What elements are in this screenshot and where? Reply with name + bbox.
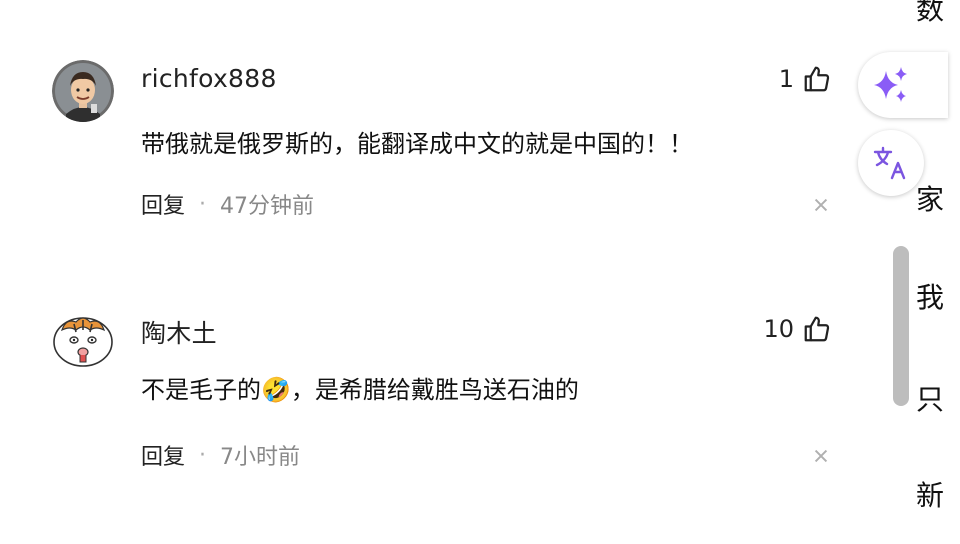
reply-button[interactable]: 回复 [141,188,185,220]
comment-text: 带俄就是俄罗斯的，能翻译成中文的就是中国的！！ [141,130,693,158]
comment-meta: 回复 · 47分钟前 [141,188,314,220]
username[interactable]: 陶木土 [141,314,217,350]
close-icon [814,198,828,212]
clipped-text: 新 [916,479,945,512]
close-icon [814,449,828,463]
thumbs-up-icon [804,316,830,342]
comment-time: 47分钟前 [220,194,315,219]
clipped-text: 只 [916,383,945,416]
reply-button[interactable]: 回复 [141,439,185,471]
comment-text-part: ，是希腊给戴胜鸟送石油的 [290,376,579,404]
scrollbar-thumb[interactable] [893,246,909,406]
avatar[interactable] [52,308,114,370]
clipped-text: 我 [916,281,945,314]
sparkle-icon [874,67,907,102]
clipped-text: 家 [916,183,945,216]
thumbs-up-icon [804,66,830,92]
comment-meta: 回复 · 7小时前 [141,439,300,471]
dismiss-button[interactable] [808,443,834,469]
like-count: 10 [763,315,794,343]
translate-button[interactable] [858,130,924,196]
meta-separator: · [199,191,207,217]
comment-time: 7小时前 [220,445,301,470]
like-count: 1 [778,65,794,93]
comment-text: 不是毛子的🤣，是希腊给戴胜鸟送石油的 [141,370,579,405]
translate-icon [873,146,906,180]
meta-separator: · [199,442,207,468]
comment-text-part: 不是毛子的 [141,376,261,404]
comment-page: richfox888 1 带俄就是俄罗斯的，能翻译成中文的就是中国的！！ 回复 … [0,0,960,544]
username[interactable]: richfox888 [141,64,277,93]
clipped-text: 数 [916,0,945,26]
ai-assistant-button[interactable] [858,52,948,118]
like-button[interactable]: 10 [763,314,832,344]
laughing-emoji: 🤣 [261,376,291,404]
dismiss-button[interactable] [808,192,834,218]
like-button[interactable]: 1 [779,64,832,94]
avatar[interactable] [52,60,114,122]
